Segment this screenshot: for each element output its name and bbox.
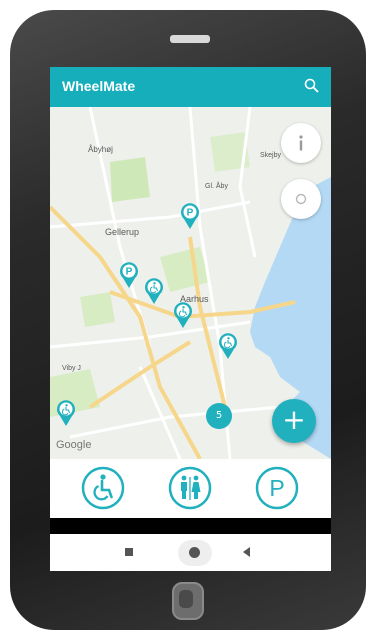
map-label-viby: Viby J <box>62 365 81 372</box>
wheelchair-icon <box>81 466 125 510</box>
parking-pin-icon[interactable]: P <box>119 261 139 289</box>
wheelchair-pin-icon[interactable] <box>56 399 76 427</box>
cluster-marker[interactable]: 5 <box>206 403 232 429</box>
phone-speaker <box>170 35 210 43</box>
map-label-gellerup: Gellerup <box>105 227 140 237</box>
park-area <box>160 247 210 292</box>
system-nav-bar <box>50 534 331 571</box>
map-label-gl-aaby: Gl. Åby <box>205 183 228 190</box>
toilet-filter-button[interactable] <box>167 465 213 511</box>
info-icon <box>299 135 303 151</box>
search-icon[interactable] <box>303 77 321 95</box>
add-location-button[interactable]: + <box>272 399 316 443</box>
home-icon <box>189 547 200 558</box>
location-button[interactable] <box>281 179 321 219</box>
phone-screen: WheelMate Åbyhøj Gellerup Skejby Gl. Åby… <box>50 67 331 571</box>
park-area <box>80 292 115 327</box>
parking-pin-icon[interactable]: P <box>180 202 200 230</box>
toilet-icon <box>168 466 212 510</box>
recent-apps-icon[interactable] <box>125 548 133 556</box>
map-label-aabyhoj: Åbyhøj <box>88 145 113 154</box>
location-icon <box>295 193 307 205</box>
app-bar: WheelMate <box>50 67 331 107</box>
wheelchair-filter-button[interactable] <box>80 465 126 511</box>
wheelchair-pin-icon[interactable] <box>144 277 164 305</box>
svg-text:P: P <box>269 475 284 501</box>
screen-divider <box>50 518 331 534</box>
info-button[interactable] <box>281 123 321 163</box>
google-attribution: Google <box>56 439 92 451</box>
map-label-skejby: Skejby <box>260 152 282 159</box>
category-bar: P <box>50 459 331 517</box>
svg-text:P: P <box>126 267 133 278</box>
park-area <box>110 157 150 202</box>
app-title: WheelMate <box>62 78 136 94</box>
back-icon[interactable] <box>243 547 250 557</box>
map-view[interactable]: Åbyhøj Gellerup Skejby Gl. Åby Aarhus Vi… <box>50 107 331 459</box>
wheelchair-pin-icon[interactable] <box>218 332 238 360</box>
wheelchair-pin-icon[interactable] <box>173 301 193 329</box>
svg-text:P: P <box>187 208 194 219</box>
parking-icon: P <box>255 466 299 510</box>
parking-filter-button[interactable]: P <box>254 465 300 511</box>
home-button-inner <box>179 590 193 608</box>
